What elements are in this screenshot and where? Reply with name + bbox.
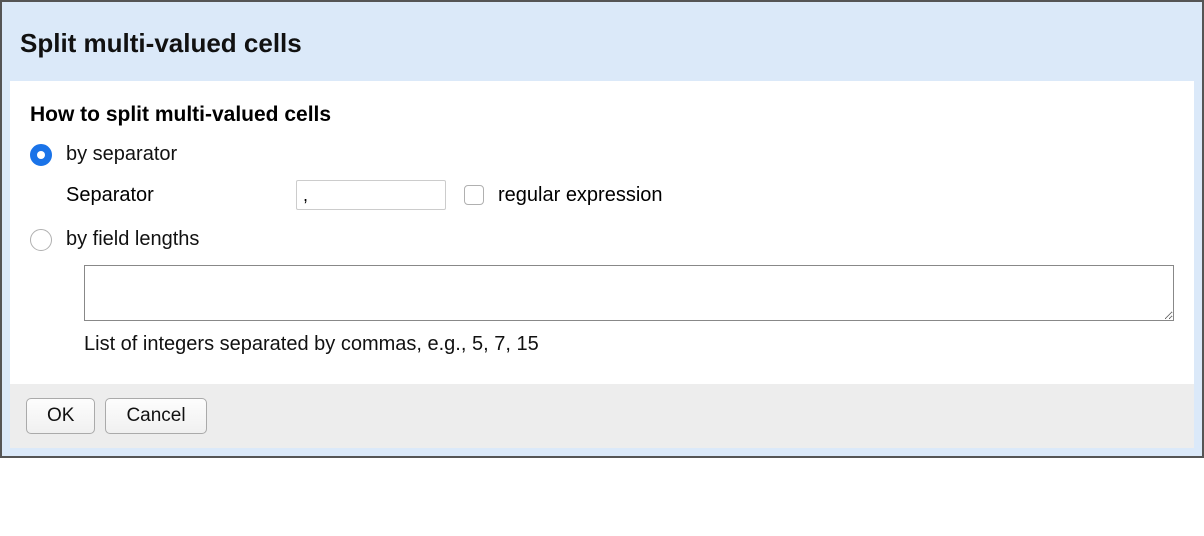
option-by-separator: by separator [30,143,1174,166]
separator-input[interactable] [296,180,446,210]
radio-by-field-lengths-label: by field lengths [66,228,199,251]
radio-by-field-lengths[interactable] [30,229,52,251]
radio-by-separator-label: by separator [66,143,177,166]
cancel-button[interactable]: Cancel [105,398,206,434]
field-lengths-section: List of integers separated by commas, e.… [84,265,1174,356]
field-lengths-hint: List of integers separated by commas, e.… [84,333,1174,356]
radio-by-separator[interactable] [30,144,52,166]
dialog-subheading: How to split multi-valued cells [30,103,1174,127]
split-cells-dialog: Split multi-valued cells How to split mu… [0,0,1204,458]
field-lengths-textarea[interactable] [84,265,1174,321]
separator-label: Separator [66,184,296,207]
separator-config-row: Separator regular expression [66,180,1174,210]
dialog-body: How to split multi-valued cells by separ… [10,81,1194,384]
dialog-footer: OK Cancel [10,384,1194,448]
option-by-field-lengths: by field lengths [30,228,1174,251]
regex-checkbox-label: regular expression [498,184,663,207]
dialog-title: Split multi-valued cells [10,10,1194,81]
ok-button[interactable]: OK [26,398,95,434]
regex-checkbox[interactable] [464,185,484,205]
